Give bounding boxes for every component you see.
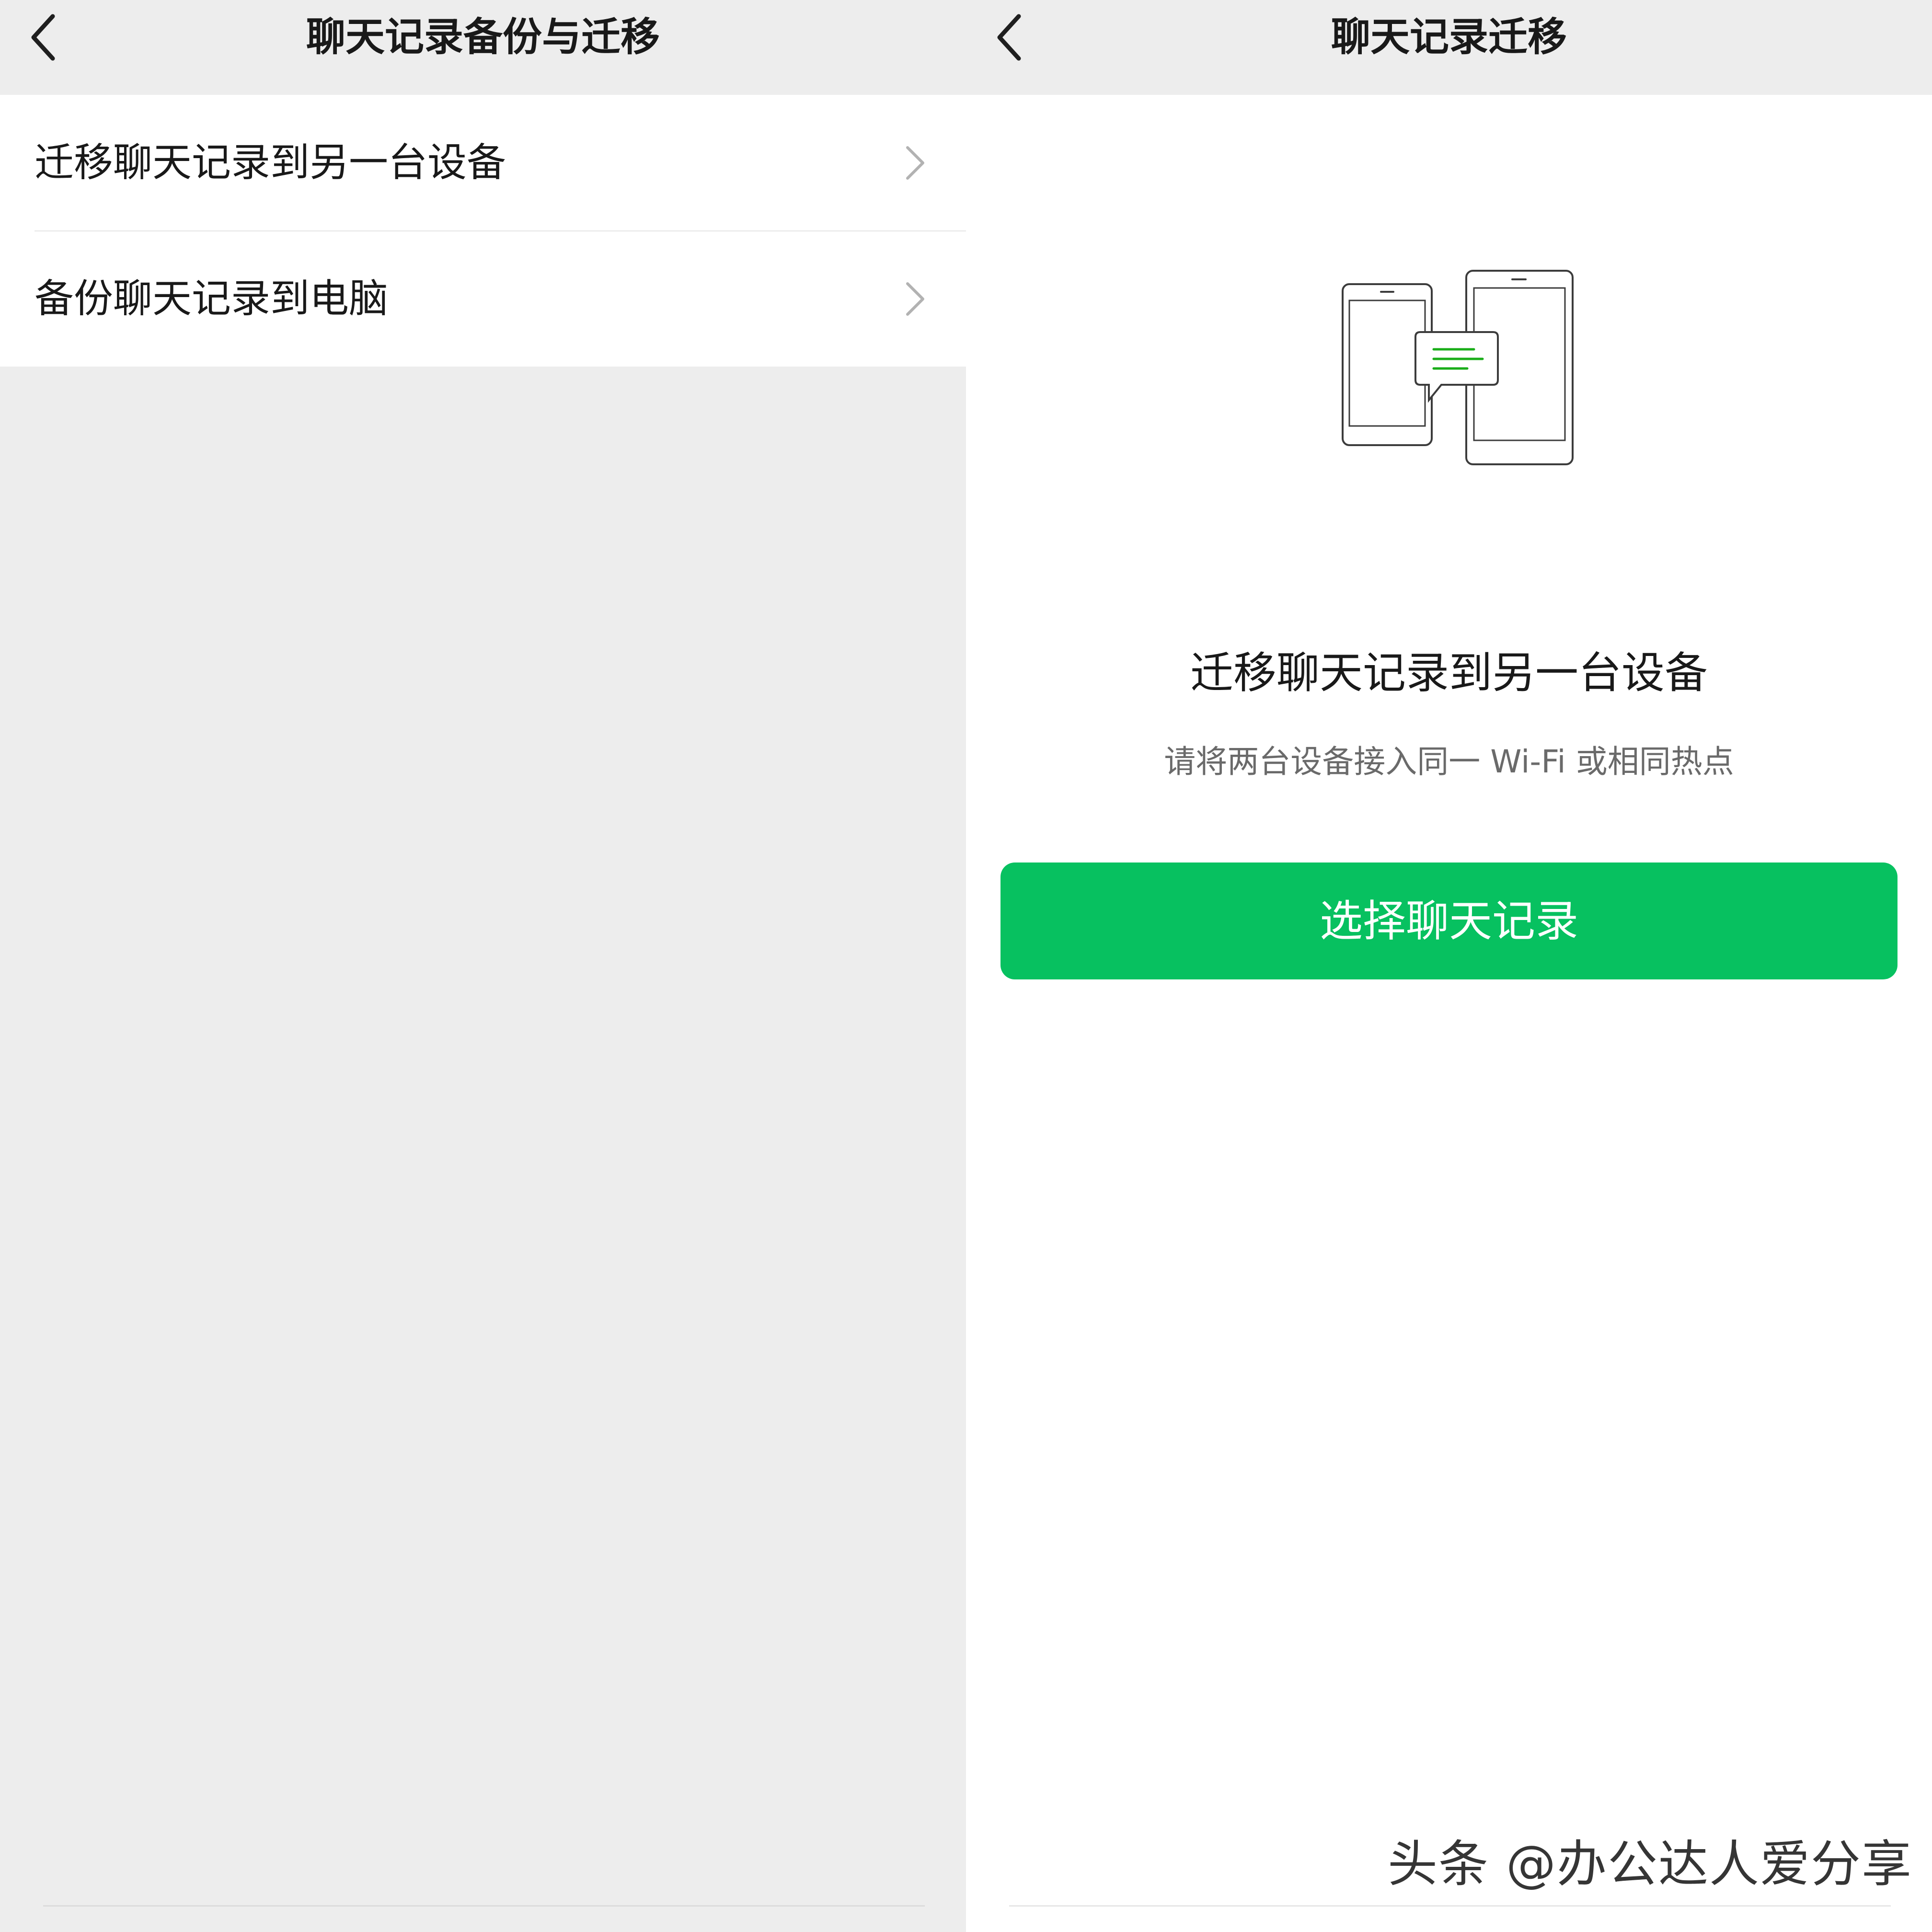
home-indicator-line [43, 1905, 925, 1907]
screenshot-collage: 聊天记录备份与迁移 迁移聊天记录到另一台设备 备份聊天记录到电脑 聊天记录迁移 … [0, 0, 1932, 1932]
phones-transfer-icon [1342, 270, 1574, 465]
page-title: 聊天记录迁移 [1331, 14, 1567, 60]
chevron-right-icon [906, 282, 924, 316]
migration-heading: 迁移聊天记录到另一台设备 [1190, 648, 1708, 698]
migrate-to-device-item[interactable]: 迁移聊天记录到另一台设备 [0, 95, 966, 231]
migration-hint: 请将两台设备接入同一 Wi-Fi 或相同热点 [1164, 743, 1734, 780]
top-navigation-bar: 聊天记录备份与迁移 [0, 0, 966, 95]
chat-migration-screen: 聊天记录迁移 迁移聊天记录到另一台设备 请将两台设备接入同一 Wi-Fi 或相同… [966, 0, 1932, 1932]
home-indicator-line [1009, 1905, 1891, 1907]
backup-migration-screen: 聊天记录备份与迁移 迁移聊天记录到另一台设备 备份聊天记录到电脑 [0, 0, 966, 1932]
menu-list: 迁移聊天记录到另一台设备 备份聊天记录到电脑 [0, 95, 966, 367]
chevron-right-icon [906, 146, 924, 180]
select-chat-history-button[interactable]: 选择聊天记录 [1000, 862, 1898, 979]
page-title: 聊天记录备份与迁移 [306, 14, 660, 60]
top-navigation-bar: 聊天记录迁移 [966, 0, 1932, 95]
menu-item-label: 迁移聊天记录到另一台设备 [34, 140, 506, 185]
watermark: 头条 @办公达人爱分享 [1388, 1835, 1913, 1893]
backup-to-computer-item[interactable]: 备份聊天记录到电脑 [0, 231, 966, 367]
menu-item-label: 备份聊天记录到电脑 [34, 276, 389, 322]
